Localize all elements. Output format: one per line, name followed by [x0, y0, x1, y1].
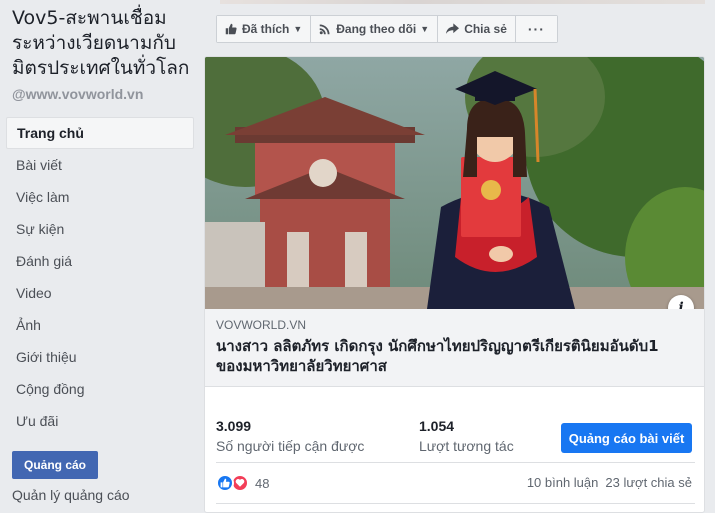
like-icon [216, 474, 234, 492]
page-actions-bar: Đã thích ▼ Đang theo dõi ▼ Chia sẻ ··· [204, 0, 715, 52]
nav-item-photos[interactable]: Ảnh [6, 309, 194, 341]
page-sidebar: Vov5-สะพานเชื่อมระหว่างเวียดนามกับมิตรปร… [0, 0, 204, 513]
graduation-photo [205, 57, 704, 309]
following-button-label: Đang theo dõi [336, 22, 417, 36]
share-button[interactable]: Chia sẻ [438, 16, 516, 42]
nav-item-videos[interactable]: Video [6, 277, 194, 309]
nav-item-about[interactable]: Giới thiệu [6, 341, 194, 373]
cover-photo-edge [220, 0, 705, 4]
thumbs-up-icon [225, 23, 237, 35]
nav-item-reviews[interactable]: Đánh giá [6, 245, 194, 277]
rss-icon [320, 24, 330, 35]
manage-ads-link[interactable]: Quản lý quảng cáo [12, 487, 130, 503]
link-title[interactable]: นางสาว ลลิตภัทร เกิดกรุง นักศึกษาไทยปริญ… [216, 336, 686, 376]
facebook-page: Vov5-สะพานเชื่อมระหว่างเวียดนามกับมิตรปร… [0, 0, 715, 513]
page-nav: Trang chủ Bài viết Việc làm Sự kiện Đánh… [6, 117, 194, 437]
page-title[interactable]: Vov5-สะพานเชื่อมระหว่างเวียดนามกับมิตรปร… [12, 6, 198, 81]
nav-item-events[interactable]: Sự kiện [6, 213, 194, 245]
post-image[interactable]: i [205, 57, 704, 321]
engagement-label: Lượt tương tác [419, 438, 514, 454]
share-button-label: Chia sẻ [464, 22, 507, 36]
liked-button-label: Đã thích [242, 22, 290, 36]
post-insights: 3.099 Số người tiếp cận được 1.054 Lượt … [205, 387, 704, 462]
following-button[interactable]: Đang theo dõi ▼ [311, 16, 439, 42]
page-handle[interactable]: @www.vovworld.vn [12, 86, 143, 102]
chevron-down-icon: ▼ [293, 24, 303, 34]
engagement-count: 1.054 [419, 418, 455, 434]
nav-item-home[interactable]: Trang chủ [6, 117, 194, 149]
link-preview[interactable]: VOVWORLD.VN นางสาว ลลิตภัทร เกิดกรุง นัก… [205, 309, 704, 387]
page-action-buttons: Đã thích ▼ Đang theo dõi ▼ Chia sẻ ··· [216, 15, 558, 43]
post-card: i VOVWORLD.VN นางสาว ลลิตภัทร เกิดกรุง น… [204, 56, 705, 513]
chevron-down-icon: ▼ [420, 24, 430, 34]
create-ad-button[interactable]: Quảng cáo [12, 451, 98, 479]
nav-item-community[interactable]: Cộng đồng [6, 373, 194, 405]
divider [216, 462, 695, 463]
reach-label: Số người tiếp cận được [216, 438, 365, 454]
reaction-summary[interactable]: 48 [216, 472, 269, 494]
share-arrow-icon [446, 23, 460, 34]
engagement-summary: 10 bình luận 23 lượt chia sẻ [527, 475, 692, 490]
nav-item-offers[interactable]: Ưu đãi [6, 405, 194, 437]
liked-button[interactable]: Đã thích ▼ [217, 16, 312, 42]
reaction-count: 48 [255, 475, 270, 491]
shares-count[interactable]: 23 lượt chia sẻ [605, 475, 692, 490]
more-options-button[interactable]: ··· [515, 16, 557, 42]
reach-count: 3.099 [216, 418, 252, 434]
boost-post-button[interactable]: Quảng cáo bài viết [561, 423, 692, 453]
comments-count[interactable]: 10 bình luận [527, 475, 599, 490]
divider [216, 503, 695, 504]
link-domain: VOVWORLD.VN [216, 318, 307, 332]
nav-item-posts[interactable]: Bài viết [6, 149, 194, 181]
nav-item-jobs[interactable]: Việc làm [6, 181, 194, 213]
